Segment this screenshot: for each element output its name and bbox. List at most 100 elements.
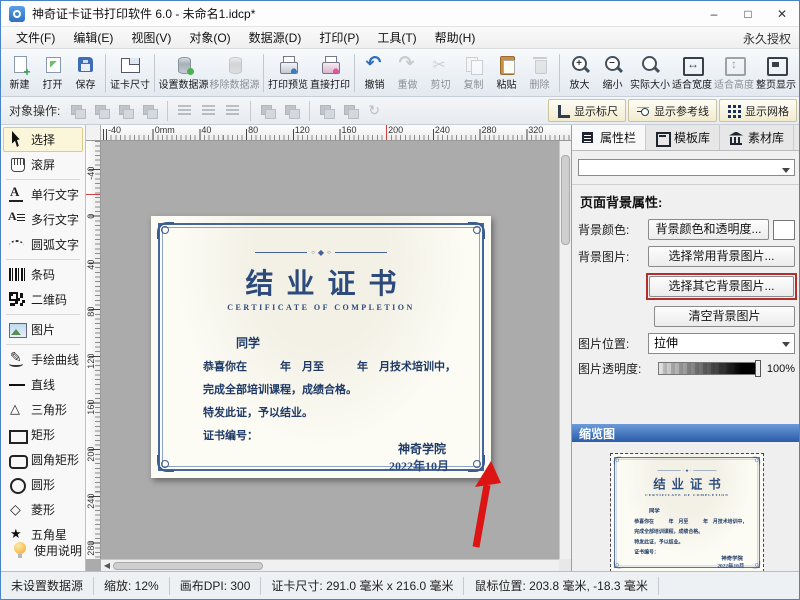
certificate-page[interactable]: ○◆○ 结业证书 CERTIFICATE OF COMPLETION 同学 恭喜… xyxy=(151,216,491,478)
ruler-label: 0 xyxy=(86,214,100,261)
close-button[interactable]: ✕ xyxy=(765,1,799,26)
align-center-button[interactable] xyxy=(199,102,219,120)
fit-height-icon xyxy=(723,55,745,75)
horizontal-scrollbar[interactable]: ◀ xyxy=(101,559,559,571)
ruler-label: 200 xyxy=(86,447,100,494)
ruler-label: 120 xyxy=(293,125,340,135)
minimize-button[interactable]: – xyxy=(697,1,731,26)
group-button[interactable] xyxy=(317,102,337,120)
tool-line[interactable]: 直线 xyxy=(3,372,83,397)
menu-item[interactable]: 视图(V) xyxy=(122,29,180,46)
align-right-button[interactable] xyxy=(223,102,243,120)
send-backward-button[interactable] xyxy=(140,102,160,120)
tab-materials[interactable]: 素材库 xyxy=(720,125,794,150)
copy-button[interactable]: 复制 xyxy=(457,51,490,95)
triangle-icon xyxy=(7,401,27,418)
undo-button[interactable]: 撤销 xyxy=(358,51,391,95)
select-common-bg-button[interactable]: 选择常用背景图片... xyxy=(648,246,795,267)
maximize-button[interactable]: □ xyxy=(731,1,765,26)
bg-color-swatch xyxy=(773,220,795,240)
menu-item[interactable]: 编辑(E) xyxy=(64,29,122,46)
bring-forward-button[interactable] xyxy=(116,102,136,120)
tool-multi-text[interactable]: 多行文字 xyxy=(3,207,83,232)
print-preview-button[interactable]: 打印预览 xyxy=(267,51,309,95)
main-toolbar: 新建 打开 保存 证卡尺寸 设置数据源 xyxy=(1,49,799,97)
fit-width-button[interactable]: 适合宽度 xyxy=(671,51,713,95)
cut-button[interactable]: 剪切 xyxy=(424,51,457,95)
actual-size-button[interactable]: 实际大小 xyxy=(629,51,671,95)
design-canvas[interactable]: ○◆○ 结业证书 CERTIFICATE OF COMPLETION 同学 恭喜… xyxy=(101,141,559,559)
open-button[interactable]: 打开 xyxy=(36,51,69,95)
show-grid-toggle[interactable]: 显示网格 xyxy=(719,99,797,122)
new-button[interactable]: 新建 xyxy=(3,51,36,95)
ruler-label: -40 xyxy=(86,167,100,214)
menu-item[interactable]: 打印(P) xyxy=(310,29,368,46)
select-other-bg-button[interactable]: 选择其它背景图片... xyxy=(649,276,794,297)
direct-print-button[interactable]: 直接打印 xyxy=(309,51,351,95)
bring-to-front-button[interactable] xyxy=(68,102,88,120)
tool-qrcode[interactable]: 二维码 xyxy=(3,287,83,312)
menu-item[interactable]: 数据源(D) xyxy=(240,29,311,46)
ungroup-button[interactable] xyxy=(341,102,361,120)
zoom-out-button[interactable]: 缩小 xyxy=(596,51,629,95)
clear-bg-button[interactable]: 清空背景图片 xyxy=(654,306,795,327)
rotate-button[interactable] xyxy=(365,102,385,120)
image-position-dropdown[interactable]: 拉伸 xyxy=(648,333,795,354)
delete-button[interactable]: 删除 xyxy=(523,51,556,95)
toolbar-separator xyxy=(354,54,355,92)
tool-diamond[interactable]: 菱形 xyxy=(3,497,83,522)
object-toolbar-label: 对象操作: xyxy=(9,102,60,119)
certificate-body-line: 完成全部培训课程，成绩合格。 xyxy=(203,381,357,397)
show-guides-toggle[interactable]: 显示参考线 xyxy=(628,99,717,122)
help-button[interactable]: 使用说明 xyxy=(6,538,86,563)
tab-properties[interactable]: 属性栏 xyxy=(572,125,646,150)
save-button[interactable]: 保存 xyxy=(69,51,102,95)
tool-rect[interactable]: 矩形 xyxy=(3,422,83,447)
ruler-label: 240 xyxy=(86,494,100,541)
show-ruler-toggle[interactable]: 显示标尺 xyxy=(548,99,626,122)
align-left-button[interactable] xyxy=(175,102,195,120)
menu-item[interactable]: 对象(O) xyxy=(180,29,239,46)
database-add-icon xyxy=(173,55,195,75)
pencil-icon xyxy=(7,351,27,368)
tool-circle[interactable]: 圆形 xyxy=(3,472,83,497)
menu-item[interactable]: 工具(T) xyxy=(368,29,425,46)
ruler-label: 240 xyxy=(433,125,480,135)
tab-templates[interactable]: 模板库 xyxy=(646,125,720,150)
tool-single-text[interactable]: 单行文字 xyxy=(3,182,83,207)
vertical-scrollbar[interactable] xyxy=(559,141,571,559)
same-size-button[interactable] xyxy=(258,102,278,120)
fit-height-button[interactable]: 适合高度 xyxy=(713,51,755,95)
fit-page-button[interactable]: 整页显示 xyxy=(755,51,797,95)
menu-item[interactable]: 帮助(H) xyxy=(426,29,485,46)
multi-line-text-icon xyxy=(7,211,27,228)
distribute-button[interactable] xyxy=(282,102,302,120)
bg-image-label: 背景图片: xyxy=(578,248,648,265)
tool-pan[interactable]: 滚屏 xyxy=(3,152,83,177)
ruler-label: 320 xyxy=(526,125,571,135)
properties-icon xyxy=(581,131,595,145)
bg-color-button[interactable]: 背景颜色和透明度... xyxy=(648,219,769,240)
set-datasource-button[interactable]: 设置数据源 xyxy=(158,51,209,95)
tool-triangle[interactable]: 三角形 xyxy=(3,397,83,422)
slider-handle[interactable] xyxy=(755,360,761,377)
tool-rounded-rect[interactable]: 圆角矩形 xyxy=(3,447,83,472)
image-alpha-slider[interactable] xyxy=(658,362,761,375)
certificate-issuer: 神奇学院 xyxy=(398,440,446,457)
menu-item[interactable]: 文件(F) xyxy=(7,29,64,46)
send-to-back-button[interactable] xyxy=(92,102,112,120)
certificate-salutation: 同学 xyxy=(236,334,260,351)
tool-curve[interactable]: 手绘曲线 xyxy=(3,347,83,372)
tool-barcode[interactable]: 条码 xyxy=(3,262,83,287)
scroll-left-icon[interactable]: ◀ xyxy=(101,561,113,570)
paste-button[interactable]: 粘贴 xyxy=(490,51,523,95)
tool-select[interactable]: 选择 xyxy=(3,127,83,152)
card-size-button[interactable]: 证卡尺寸 xyxy=(109,51,151,95)
object-selector-dropdown[interactable] xyxy=(578,159,795,176)
scrollbar-thumb[interactable] xyxy=(113,562,263,570)
zoom-in-button[interactable]: 放大 xyxy=(563,51,596,95)
tool-image[interactable]: 图片 xyxy=(3,317,83,342)
tool-arc-text[interactable]: 圆弧文字 xyxy=(3,232,83,257)
remove-datasource-button[interactable]: 移除数据源 xyxy=(209,51,260,95)
redo-button[interactable]: 重做 xyxy=(391,51,424,95)
